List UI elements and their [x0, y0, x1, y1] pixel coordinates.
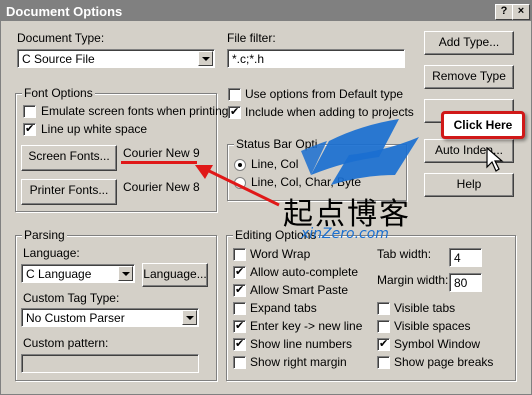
visible-spaces-label: Visible spaces: [394, 319, 471, 333]
emulate-fonts-label: Emulate screen fonts when printing: [41, 104, 229, 118]
line-numbers-checkbox[interactable]: [233, 337, 246, 351]
custom-tag-value: No Custom Parser: [26, 311, 125, 325]
language-button[interactable]: Language...: [142, 263, 208, 287]
watermark-url: xinZero.com: [301, 226, 389, 242]
screen-fonts-button[interactable]: Screen Fonts...: [21, 145, 117, 171]
remove-type-button[interactable]: Remove Type: [424, 65, 514, 89]
help-title-icon[interactable]: ?: [495, 4, 513, 20]
symbol-window-label: Symbol Window: [394, 337, 481, 351]
language-label: Language:: [23, 246, 80, 260]
mouse-cursor-icon: [486, 147, 504, 172]
page-breaks-label: Show page breaks: [394, 355, 494, 369]
line-up-checkbox[interactable]: [23, 122, 36, 136]
chevron-down-icon[interactable]: [118, 266, 133, 281]
page-breaks-checkbox[interactable]: [377, 356, 390, 369]
tab-width-value: 4: [454, 251, 461, 265]
line-up-label: Line up white space: [41, 122, 148, 136]
margin-width-input[interactable]: 80: [449, 273, 482, 292]
custom-tag-label: Custom Tag Type:: [23, 291, 120, 305]
smart-paste-checkbox[interactable]: [233, 283, 246, 297]
file-filter-value: *.c;*.h: [232, 52, 265, 66]
auto-complete-checkbox[interactable]: [233, 265, 246, 279]
watermark-logo-icon: [301, 119, 419, 185]
printer-fonts-button[interactable]: Printer Fonts...: [21, 179, 117, 205]
tab-width-input[interactable]: 4: [449, 248, 482, 267]
window-title: Document Options: [6, 4, 123, 19]
language-value: C Language: [26, 267, 92, 281]
red-arrow-icon: [195, 165, 280, 207]
chevron-down-icon[interactable]: [198, 51, 213, 66]
parsing-title: Parsing: [22, 228, 67, 242]
enter-key-label: Enter key -> new line: [250, 319, 363, 333]
click-here-callout: Click Here: [441, 111, 525, 139]
font-options-title: Font Options: [22, 86, 95, 100]
document-options-window: Document Options ? × Document Type: C So…: [0, 0, 532, 395]
include-projects-checkbox[interactable]: [228, 105, 241, 119]
line-numbers-label: Show line numbers: [250, 337, 353, 351]
right-margin-checkbox[interactable]: [233, 356, 246, 369]
symbol-window-checkbox[interactable]: [377, 337, 390, 351]
close-icon[interactable]: ×: [512, 4, 530, 20]
file-filter-label: File filter:: [227, 31, 276, 45]
smart-paste-label: Allow Smart Paste: [250, 283, 349, 297]
document-type-select[interactable]: C Source File: [17, 49, 215, 68]
word-wrap-checkbox[interactable]: [233, 248, 246, 261]
use-default-label: Use options from Default type: [245, 87, 404, 101]
file-filter-input[interactable]: *.c;*.h: [227, 49, 405, 68]
expand-tabs-label: Expand tabs: [250, 301, 317, 315]
visible-spaces-checkbox[interactable]: [377, 320, 390, 333]
language-select[interactable]: C Language: [21, 264, 135, 283]
use-default-checkbox[interactable]: [228, 88, 241, 101]
visible-tabs-checkbox[interactable]: [377, 302, 390, 315]
visible-tabs-label: Visible tabs: [394, 301, 456, 315]
right-margin-label: Show right margin: [250, 355, 347, 369]
custom-pattern-label: Custom pattern:: [23, 336, 109, 350]
custom-pattern-input[interactable]: [21, 354, 199, 373]
chevron-down-icon[interactable]: [182, 310, 197, 325]
custom-tag-select[interactable]: No Custom Parser: [21, 308, 199, 327]
auto-complete-label: Allow auto-complete: [250, 265, 359, 279]
document-type-value: C Source File: [22, 52, 95, 66]
screen-font-value: Courier New 9: [123, 146, 200, 160]
highlight-underline: [121, 161, 197, 164]
add-type-button[interactable]: Add Type...: [424, 31, 514, 55]
tab-width-label: Tab width:: [377, 247, 432, 261]
emulate-fonts-checkbox[interactable]: [23, 105, 36, 118]
enter-key-checkbox[interactable]: [233, 319, 246, 333]
title-bar: Document Options ? ×: [1, 1, 531, 21]
margin-width-label: Margin width:: [377, 273, 449, 287]
margin-width-value: 80: [454, 276, 468, 290]
document-type-label: Document Type:: [17, 31, 105, 45]
expand-tabs-checkbox[interactable]: [233, 302, 246, 315]
printer-font-value: Courier New 8: [123, 180, 200, 194]
word-wrap-label: Word Wrap: [250, 247, 311, 261]
